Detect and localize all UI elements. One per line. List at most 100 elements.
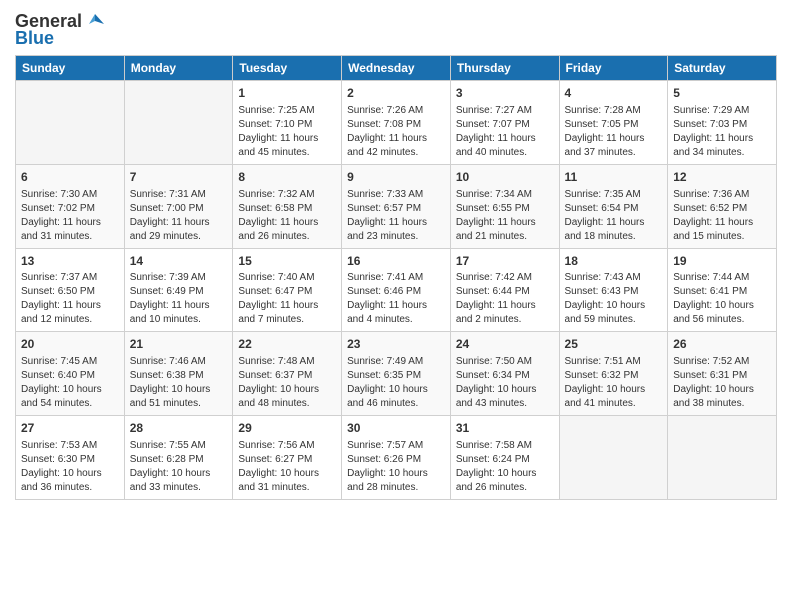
calendar-cell: 31 Sunrise: 7:58 AM Sunset: 6:24 PM Dayli… bbox=[450, 416, 559, 500]
day-number: 8 bbox=[238, 169, 336, 186]
weekday-header-saturday: Saturday bbox=[668, 56, 777, 81]
calendar-cell: 11 Sunrise: 7:35 AM Sunset: 6:54 PM Dayli… bbox=[559, 164, 668, 248]
weekday-header-monday: Monday bbox=[124, 56, 233, 81]
calendar-cell: 4 Sunrise: 7:28 AM Sunset: 7:05 PM Daylig… bbox=[559, 81, 668, 165]
day-info: Sunrise: 7:27 AM Sunset: 7:07 PM Dayligh… bbox=[456, 104, 554, 160]
day-info: Sunrise: 7:25 AM Sunset: 7:10 PM Dayligh… bbox=[238, 104, 336, 160]
day-info: Sunrise: 7:35 AM Sunset: 6:54 PM Dayligh… bbox=[565, 188, 663, 244]
day-number: 25 bbox=[565, 336, 663, 353]
calendar-cell: 21 Sunrise: 7:46 AM Sunset: 6:38 PM Dayli… bbox=[124, 332, 233, 416]
day-info: Sunrise: 7:56 AM Sunset: 6:27 PM Dayligh… bbox=[238, 439, 336, 495]
day-number: 10 bbox=[456, 169, 554, 186]
calendar-cell: 1 Sunrise: 7:25 AM Sunset: 7:10 PM Daylig… bbox=[233, 81, 342, 165]
calendar-cell: 9 Sunrise: 7:33 AM Sunset: 6:57 PM Daylig… bbox=[342, 164, 451, 248]
day-number: 1 bbox=[238, 85, 336, 102]
day-number: 9 bbox=[347, 169, 445, 186]
weekday-header-wednesday: Wednesday bbox=[342, 56, 451, 81]
day-info: Sunrise: 7:45 AM Sunset: 6:40 PM Dayligh… bbox=[21, 355, 119, 411]
calendar-cell: 29 Sunrise: 7:56 AM Sunset: 6:27 PM Dayli… bbox=[233, 416, 342, 500]
day-info: Sunrise: 7:52 AM Sunset: 6:31 PM Dayligh… bbox=[673, 355, 771, 411]
day-info: Sunrise: 7:26 AM Sunset: 7:08 PM Dayligh… bbox=[347, 104, 445, 160]
day-number: 13 bbox=[21, 253, 119, 270]
weekday-header-tuesday: Tuesday bbox=[233, 56, 342, 81]
day-info: Sunrise: 7:44 AM Sunset: 6:41 PM Dayligh… bbox=[673, 271, 771, 327]
day-number: 30 bbox=[347, 420, 445, 437]
day-info: Sunrise: 7:40 AM Sunset: 6:47 PM Dayligh… bbox=[238, 271, 336, 327]
day-number: 31 bbox=[456, 420, 554, 437]
day-number: 6 bbox=[21, 169, 119, 186]
calendar-cell: 14Sunrise: 7:39 AM Sunset: 6:49 PM Dayli… bbox=[124, 248, 233, 332]
calendar-cell bbox=[124, 81, 233, 165]
day-number: 28 bbox=[130, 420, 228, 437]
calendar-cell: 2 Sunrise: 7:26 AM Sunset: 7:08 PM Daylig… bbox=[342, 81, 451, 165]
weekday-header-thursday: Thursday bbox=[450, 56, 559, 81]
day-info: Sunrise: 7:55 AM Sunset: 6:28 PM Dayligh… bbox=[130, 439, 228, 495]
day-info: Sunrise: 7:42 AM Sunset: 6:44 PM Dayligh… bbox=[456, 271, 554, 327]
day-info: Sunrise: 7:50 AM Sunset: 6:34 PM Dayligh… bbox=[456, 355, 554, 411]
day-info: Sunrise: 7:28 AM Sunset: 7:05 PM Dayligh… bbox=[565, 104, 663, 160]
day-number: 20 bbox=[21, 336, 119, 353]
week-row-0: 1 Sunrise: 7:25 AM Sunset: 7:10 PM Daylig… bbox=[16, 81, 777, 165]
day-number: 16 bbox=[347, 253, 445, 270]
calendar-cell: 3 Sunrise: 7:27 AM Sunset: 7:07 PM Daylig… bbox=[450, 81, 559, 165]
day-number: 19 bbox=[673, 253, 771, 270]
day-number: 21 bbox=[130, 336, 228, 353]
day-info: Sunrise: 7:58 AM Sunset: 6:24 PM Dayligh… bbox=[456, 439, 554, 495]
day-number: 18 bbox=[565, 253, 663, 270]
weekday-header-sunday: Sunday bbox=[16, 56, 125, 81]
day-number: 27 bbox=[21, 420, 119, 437]
day-info: Sunrise: 7:46 AM Sunset: 6:38 PM Dayligh… bbox=[130, 355, 228, 411]
weekday-header-row: SundayMondayTuesdayWednesdayThursdayFrid… bbox=[16, 56, 777, 81]
day-info: Sunrise: 7:57 AM Sunset: 6:26 PM Dayligh… bbox=[347, 439, 445, 495]
day-number: 17 bbox=[456, 253, 554, 270]
day-number: 5 bbox=[673, 85, 771, 102]
day-info: Sunrise: 7:33 AM Sunset: 6:57 PM Dayligh… bbox=[347, 188, 445, 244]
day-number: 4 bbox=[565, 85, 663, 102]
header: General Blue bbox=[15, 10, 777, 49]
week-row-3: 20 Sunrise: 7:45 AM Sunset: 6:40 PM Dayli… bbox=[16, 332, 777, 416]
calendar-cell: 20 Sunrise: 7:45 AM Sunset: 6:40 PM Dayli… bbox=[16, 332, 125, 416]
day-number: 29 bbox=[238, 420, 336, 437]
day-number: 22 bbox=[238, 336, 336, 353]
day-number: 23 bbox=[347, 336, 445, 353]
day-number: 11 bbox=[565, 169, 663, 186]
day-number: 26 bbox=[673, 336, 771, 353]
day-info: Sunrise: 7:36 AM Sunset: 6:52 PM Dayligh… bbox=[673, 188, 771, 244]
calendar-cell: 18Sunrise: 7:43 AM Sunset: 6:43 PM Dayli… bbox=[559, 248, 668, 332]
day-info: Sunrise: 7:29 AM Sunset: 7:03 PM Dayligh… bbox=[673, 104, 771, 160]
day-info: Sunrise: 7:53 AM Sunset: 6:30 PM Dayligh… bbox=[21, 439, 119, 495]
calendar-cell: 16Sunrise: 7:41 AM Sunset: 6:46 PM Dayli… bbox=[342, 248, 451, 332]
day-number: 3 bbox=[456, 85, 554, 102]
calendar-cell: 28 Sunrise: 7:55 AM Sunset: 6:28 PM Dayli… bbox=[124, 416, 233, 500]
logo: General Blue bbox=[15, 10, 106, 49]
calendar-cell: 13Sunrise: 7:37 AM Sunset: 6:50 PM Dayli… bbox=[16, 248, 125, 332]
day-info: Sunrise: 7:32 AM Sunset: 6:58 PM Dayligh… bbox=[238, 188, 336, 244]
calendar-cell: 25 Sunrise: 7:51 AM Sunset: 6:32 PM Dayli… bbox=[559, 332, 668, 416]
calendar-cell: 12 Sunrise: 7:36 AM Sunset: 6:52 PM Dayli… bbox=[668, 164, 777, 248]
day-info: Sunrise: 7:37 AM Sunset: 6:50 PM Dayligh… bbox=[21, 271, 119, 327]
calendar-cell bbox=[668, 416, 777, 500]
day-info: Sunrise: 7:51 AM Sunset: 6:32 PM Dayligh… bbox=[565, 355, 663, 411]
week-row-4: 27 Sunrise: 7:53 AM Sunset: 6:30 PM Dayli… bbox=[16, 416, 777, 500]
calendar-cell: 26 Sunrise: 7:52 AM Sunset: 6:31 PM Dayli… bbox=[668, 332, 777, 416]
calendar-cell: 30 Sunrise: 7:57 AM Sunset: 6:26 PM Dayli… bbox=[342, 416, 451, 500]
day-info: Sunrise: 7:43 AM Sunset: 6:43 PM Dayligh… bbox=[565, 271, 663, 327]
day-number: 15 bbox=[238, 253, 336, 270]
logo-bird-icon bbox=[84, 10, 106, 32]
calendar-table: SundayMondayTuesdayWednesdayThursdayFrid… bbox=[15, 55, 777, 500]
day-info: Sunrise: 7:48 AM Sunset: 6:37 PM Dayligh… bbox=[238, 355, 336, 411]
day-number: 7 bbox=[130, 169, 228, 186]
calendar-cell: 5 Sunrise: 7:29 AM Sunset: 7:03 PM Daylig… bbox=[668, 81, 777, 165]
calendar-cell: 23Sunrise: 7:49 AM Sunset: 6:35 PM Dayli… bbox=[342, 332, 451, 416]
week-row-2: 13Sunrise: 7:37 AM Sunset: 6:50 PM Dayli… bbox=[16, 248, 777, 332]
day-info: Sunrise: 7:34 AM Sunset: 6:55 PM Dayligh… bbox=[456, 188, 554, 244]
day-number: 2 bbox=[347, 85, 445, 102]
day-number: 24 bbox=[456, 336, 554, 353]
calendar-cell bbox=[16, 81, 125, 165]
calendar-cell: 7 Sunrise: 7:31 AM Sunset: 7:00 PM Daylig… bbox=[124, 164, 233, 248]
day-info: Sunrise: 7:30 AM Sunset: 7:02 PM Dayligh… bbox=[21, 188, 119, 244]
day-info: Sunrise: 7:31 AM Sunset: 7:00 PM Dayligh… bbox=[130, 188, 228, 244]
day-number: 12 bbox=[673, 169, 771, 186]
day-info: Sunrise: 7:39 AM Sunset: 6:49 PM Dayligh… bbox=[130, 271, 228, 327]
calendar-cell: 24 Sunrise: 7:50 AM Sunset: 6:34 PM Dayli… bbox=[450, 332, 559, 416]
